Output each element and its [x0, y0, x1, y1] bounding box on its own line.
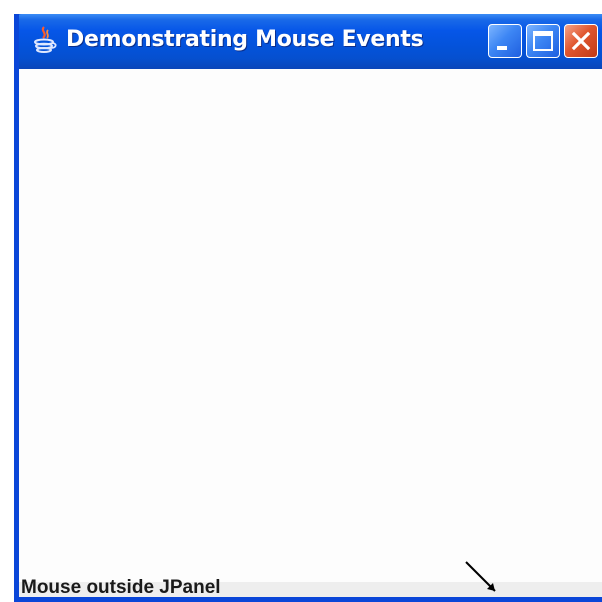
status-bar: Mouse outside JPanel [19, 577, 602, 597]
mouse-panel[interactable] [19, 69, 602, 582]
close-icon [571, 31, 591, 51]
java-icon[interactable] [32, 25, 58, 55]
minimize-button[interactable] [488, 24, 522, 58]
maximize-icon [533, 31, 553, 51]
app-window: Demonstrating Mouse Events Mouse outside… [14, 14, 602, 602]
window-title: Demonstrating Mouse Events [66, 27, 424, 52]
close-button[interactable] [564, 24, 598, 58]
pointer-arrow-icon [465, 561, 496, 592]
title-bar[interactable]: Demonstrating Mouse Events [19, 14, 602, 69]
minimize-icon [497, 46, 507, 50]
maximize-button[interactable] [526, 24, 560, 58]
status-text: Mouse outside JPanel [21, 577, 221, 598]
